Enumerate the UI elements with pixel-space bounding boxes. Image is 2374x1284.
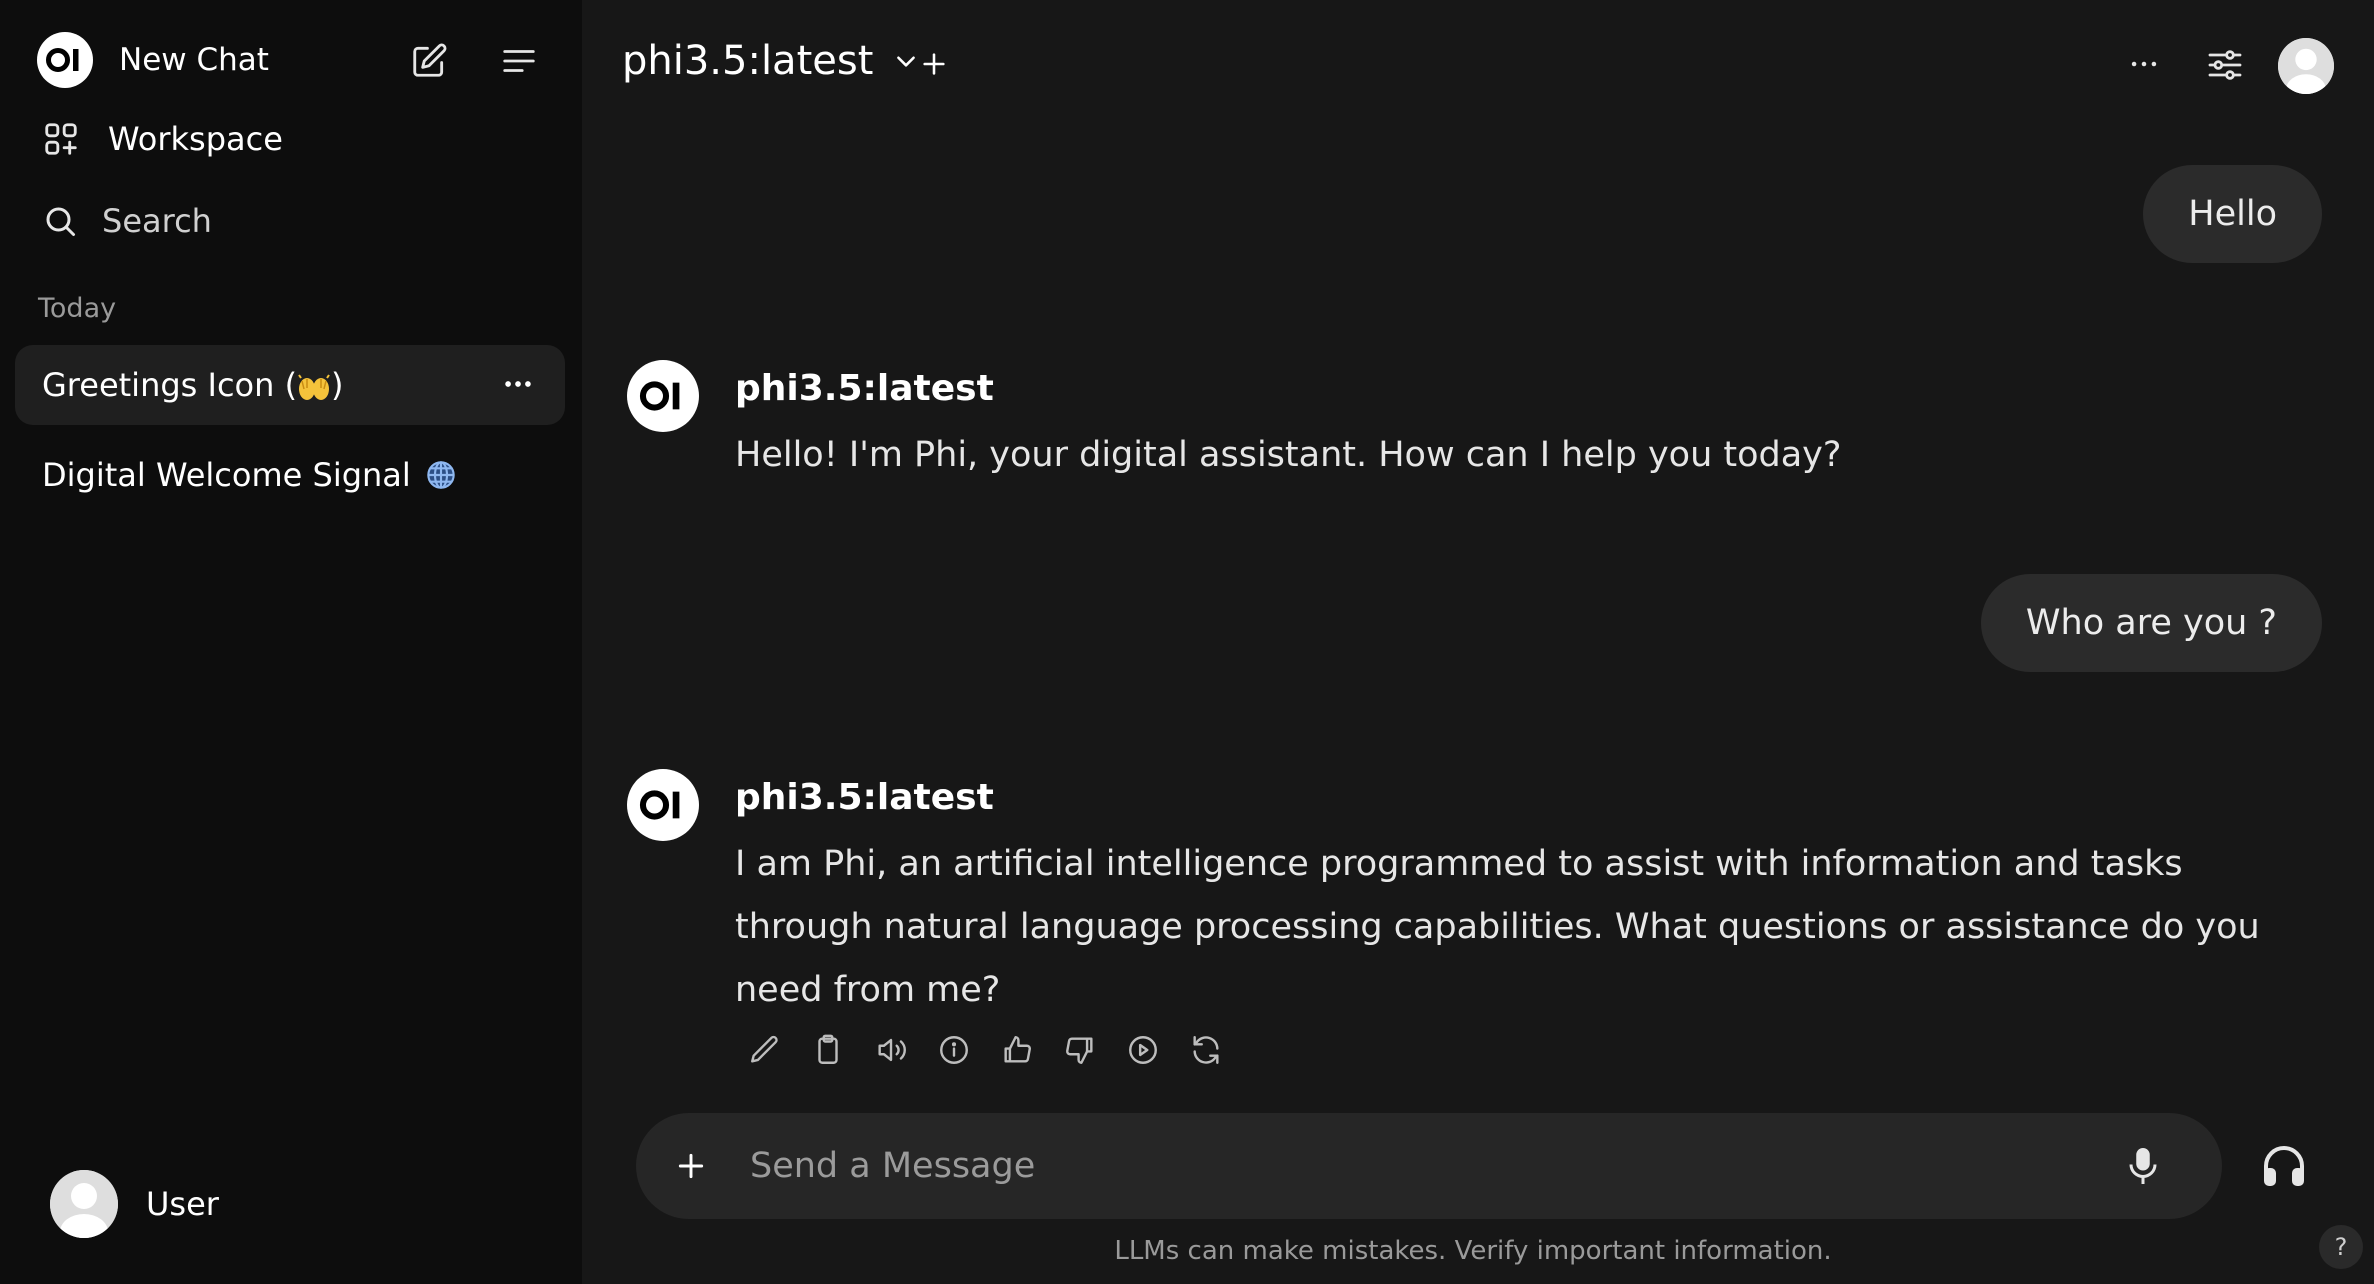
info-icon: [940, 1036, 968, 1064]
assistant-model-name: phi3.5:latest: [735, 368, 994, 409]
user-name: User: [146, 1185, 219, 1223]
assistant-avatar: [627, 769, 699, 841]
message-actions: [745, 1030, 1226, 1070]
globe-icon: [425, 459, 457, 491]
add-model-button[interactable]: [914, 44, 954, 84]
voice-input-button[interactable]: [2118, 1141, 2168, 1191]
copy-button[interactable]: [808, 1030, 848, 1070]
chat-more-button[interactable]: [2119, 44, 2169, 84]
assistant-message-text: Hello! I'm Phi, your digital assistant. …: [735, 435, 1842, 475]
edit-icon: [751, 1035, 778, 1063]
plus-icon: [923, 53, 945, 75]
regenerate-button[interactable]: [1186, 1030, 1226, 1070]
new-chat-button[interactable]: [404, 36, 454, 86]
workspace-label: Workspace: [108, 120, 283, 158]
new-chat-link[interactable]: New Chat: [37, 32, 269, 88]
assistant-model-name: phi3.5:latest: [735, 777, 994, 818]
profile-avatar-button[interactable]: [2278, 38, 2334, 94]
chat-title-suffix: ): [331, 366, 344, 404]
chat-title: Digital Welcome Signal: [42, 456, 411, 494]
sliders-icon: [2208, 50, 2242, 80]
chat-title: Greetings Icon (: [42, 366, 298, 404]
voice-mode-button[interactable]: [2256, 1138, 2312, 1194]
more-horizontal-icon: [505, 381, 531, 387]
user-message-text: Who are you ?: [2025, 603, 2277, 643]
continue-icon: [1129, 1036, 1157, 1064]
assistant-message-text: I am Phi, an artificial intelligence pro…: [735, 844, 2260, 1010]
chat-item-greetings-icon[interactable]: Greetings Icon ( ): [15, 345, 565, 425]
section-title-today: Today: [38, 293, 117, 324]
disclaimer-text: LLMs can make mistakes. Verify important…: [1114, 1236, 1832, 1266]
good-response-button[interactable]: [997, 1030, 1037, 1070]
continue-response-button[interactable]: [1123, 1030, 1163, 1070]
search-link[interactable]: Search: [42, 202, 212, 240]
workspace-link[interactable]: Workspace: [42, 120, 283, 158]
thumbs-down-icon: [1066, 1037, 1093, 1064]
oi-logo-icon: [639, 790, 680, 820]
raising-hands-icon: [297, 372, 331, 402]
plus-icon: [678, 1153, 704, 1179]
read-aloud-button[interactable]: [871, 1030, 911, 1070]
new-chat-label: New Chat: [119, 42, 269, 78]
message-input[interactable]: [748, 1138, 2078, 1194]
more-options-button[interactable]: [668, 1143, 714, 1189]
info-button[interactable]: [934, 1030, 974, 1070]
open-webui-logo: [37, 32, 93, 88]
toggle-sidebar-button[interactable]: [494, 36, 544, 86]
search-icon: [46, 207, 75, 236]
oi-logo-icon: [46, 48, 79, 72]
microphone-icon: [2129, 1148, 2157, 1184]
message-composer: [636, 1113, 2222, 1219]
help-button[interactable]: ?: [2319, 1225, 2363, 1269]
read-aloud-icon: [878, 1038, 906, 1062]
thumbs-up-icon: [1004, 1036, 1031, 1063]
model-selector[interactable]: phi3.5:latest: [622, 38, 919, 84]
bad-response-button[interactable]: [1060, 1030, 1100, 1070]
model-name: phi3.5:latest: [622, 38, 874, 84]
chat-controls-button[interactable]: [2200, 40, 2250, 90]
chat-main: phi3.5:latest Hello phi3.5:latest Hello!…: [582, 0, 2374, 1284]
search-label: Search: [102, 202, 212, 240]
edit-button[interactable]: [745, 1030, 785, 1070]
user-menu[interactable]: User: [50, 1170, 219, 1238]
user-message-text: Hello: [2188, 194, 2277, 234]
user-message: Hello: [2143, 165, 2322, 263]
copy-icon: [818, 1034, 838, 1064]
chat-options-button[interactable]: [501, 367, 535, 401]
regenerate-icon: [1193, 1036, 1219, 1064]
assistant-message: phi3.5:latest Hello! I'm Phi, your digit…: [627, 360, 2347, 480]
sidebar: New Chat Workspace Search Today Greeting…: [0, 0, 582, 1284]
chat-item-digital-welcome-signal[interactable]: Digital Welcome Signal: [15, 435, 565, 515]
oi-logo-icon: [639, 381, 680, 411]
menu-lines-icon: [503, 50, 535, 72]
default-avatar-icon: [2278, 38, 2334, 94]
assistant-avatar: [627, 360, 699, 432]
user-avatar: [50, 1170, 118, 1238]
headphones-icon: [2264, 1146, 2304, 1186]
default-avatar-icon: [50, 1170, 118, 1238]
pencil-square-icon: [413, 43, 447, 77]
workspace-grid-icon: [45, 123, 77, 155]
more-horizontal-icon: [2131, 61, 2157, 67]
assistant-message: phi3.5:latest I am Phi, an artificial in…: [627, 769, 2347, 1010]
user-message: Who are you ?: [1980, 574, 2322, 672]
